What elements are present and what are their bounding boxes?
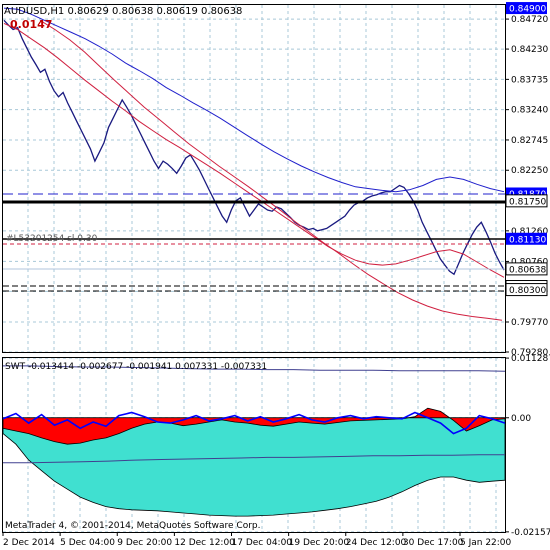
order-level-label[interactable]: #L53201254 sl 0.30 xyxy=(6,234,98,244)
price-tag-label: 0.84900 xyxy=(509,5,546,15)
price-axis-label: 0.82745 xyxy=(511,136,548,146)
time-axis-label: 17 Dec 04:00 xyxy=(232,538,293,548)
symbol-header: AUDUSD,H1 0.80629 0.80638 0.80619 0.8063… xyxy=(4,6,242,17)
indicator-axis-label: 0.011287 xyxy=(511,354,550,364)
time-axis-label: 30 Dec 17:00 xyxy=(403,538,464,548)
time-axis-label: 5 Jan 22:00 xyxy=(460,538,512,548)
price-tag-label: 0.80638 xyxy=(509,265,546,275)
price-axis-label: 0.82250 xyxy=(511,166,548,176)
price-axis-label: 0.79770 xyxy=(511,318,548,328)
time-axis-label: 19 Dec 20:00 xyxy=(289,538,350,548)
indicator-axis-label: 0.00 xyxy=(511,414,531,424)
time-axis-label: 2 Dec 2014 xyxy=(3,538,55,548)
time-axis-label: 9 Dec 20:00 xyxy=(117,538,172,548)
price-axis-label: 0.84720 xyxy=(511,15,548,25)
price-tag-label: 0.80300 xyxy=(509,286,546,296)
price-tag-label: 0.81750 xyxy=(509,197,546,207)
indicator-axis-label: -0.021573 xyxy=(511,528,550,538)
price-tag-label: 0.81130 xyxy=(509,235,546,245)
price-axis-label: 0.83735 xyxy=(511,75,548,85)
copyright-text: MetaTrader 4, © 2001-2014, MetaQuotes So… xyxy=(5,521,261,531)
price-axis-label: 0.83240 xyxy=(511,106,548,116)
chart-window[interactable]: 0.84720 0.84230 0.83735 0.83240 0.82745 0.822… xyxy=(0,0,550,550)
indicator-header: SWT -0.013414 -0.002677 -0.001941 0.0073… xyxy=(5,362,267,372)
price-axis-label: 0.84230 xyxy=(511,45,548,55)
time-axis-label: 12 Dec 12:00 xyxy=(174,538,235,548)
time-axis-label: 5 Dec 04:00 xyxy=(60,538,115,548)
time-axis-label: 24 Dec 12:00 xyxy=(346,538,407,548)
spread-badge: 0.0147 xyxy=(10,18,52,31)
